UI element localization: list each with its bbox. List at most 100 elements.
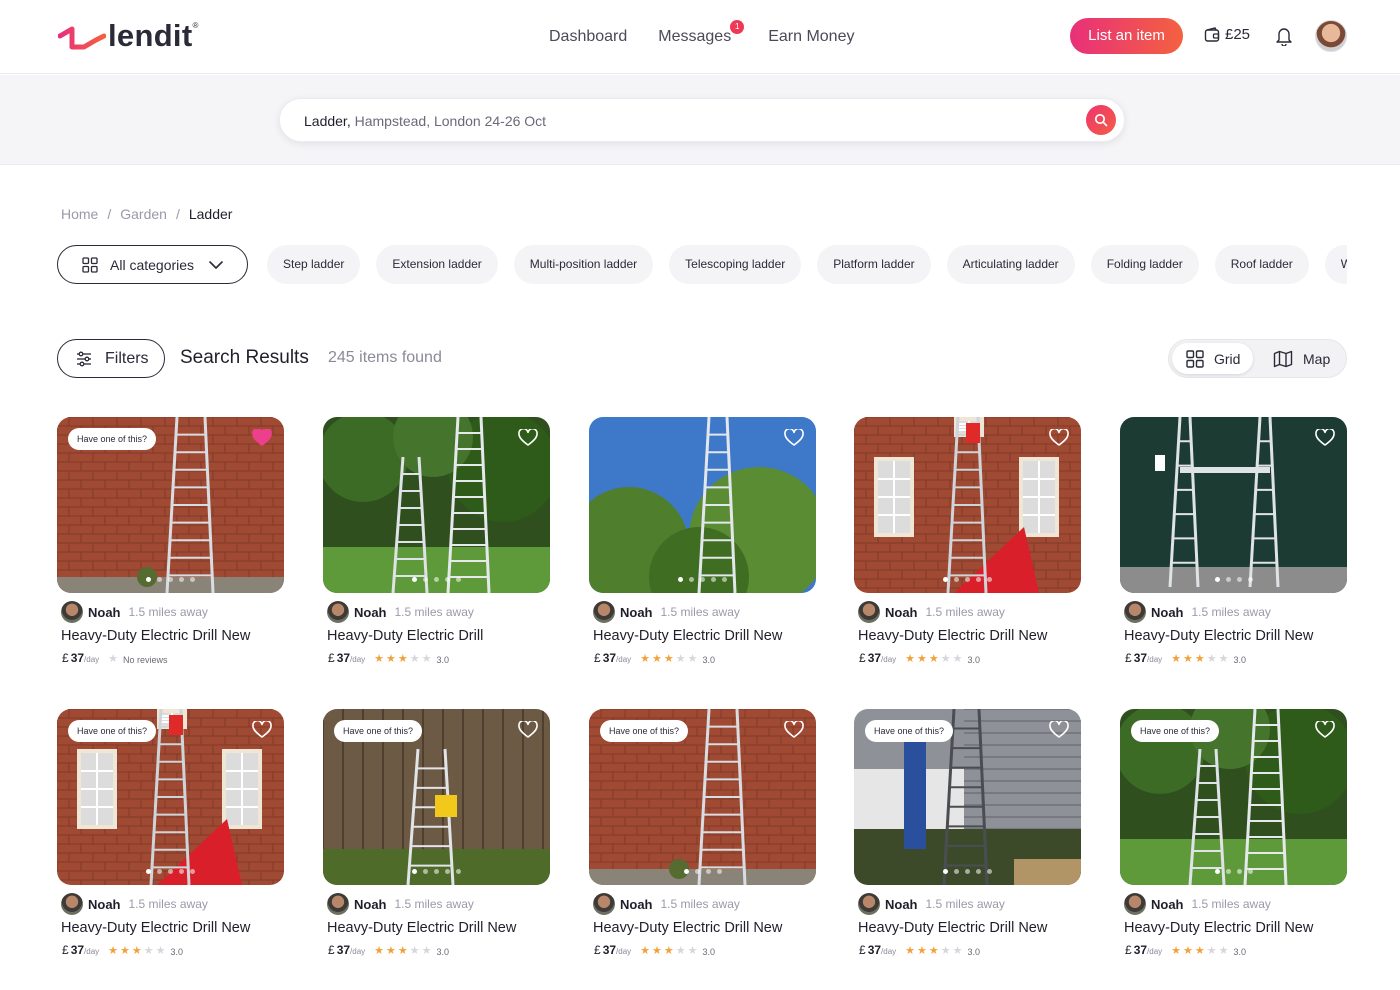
heart-icon[interactable] — [784, 429, 804, 447]
carousel-dot[interactable] — [987, 577, 992, 582]
listing-title[interactable]: Heavy-Duty Electric Drill New — [61, 920, 250, 936]
listing-card[interactable]: Have one of this? Noah 1.5 miles away He… — [1120, 709, 1347, 959]
carousel-dot[interactable] — [445, 577, 450, 582]
heart-icon[interactable] — [1049, 429, 1069, 447]
heart-icon[interactable] — [1049, 721, 1069, 739]
listing-card[interactable]: Noah 1.5 miles away Heavy-Duty Electric … — [323, 417, 550, 667]
category-chip[interactable]: Platform ladder — [817, 245, 931, 284]
carousel-dot[interactable] — [412, 577, 417, 582]
carousel-dot[interactable] — [678, 577, 683, 582]
category-chip[interactable]: Extension ladder — [376, 245, 498, 284]
carousel-dot[interactable] — [683, 869, 689, 874]
category-chip[interactable]: Telescoping ladder — [669, 245, 802, 284]
carousel-dot[interactable] — [689, 577, 694, 582]
breadcrumb-garden[interactable]: Garden — [120, 206, 167, 222]
listing-title[interactable]: Heavy-Duty Electric Drill New — [1124, 920, 1313, 936]
carousel-dot[interactable] — [722, 577, 727, 582]
carousel-dot[interactable] — [1214, 869, 1220, 874]
nav-messages[interactable]: Messages 1 — [658, 20, 745, 46]
carousel-dot[interactable] — [954, 869, 959, 874]
listing-image[interactable] — [1120, 417, 1347, 593]
carousel-dot[interactable] — [179, 577, 184, 582]
carousel-dot[interactable] — [412, 869, 417, 874]
carousel-dot[interactable] — [694, 869, 700, 874]
have-one-badge[interactable]: Have one of this? — [1131, 720, 1220, 742]
carousel-dot[interactable] — [716, 869, 722, 874]
heart-icon[interactable] — [1315, 721, 1335, 739]
heart-icon[interactable] — [518, 721, 538, 739]
have-one-badge[interactable]: Have one of this? — [68, 720, 157, 742]
lendit-logo[interactable]: lendit ® — [58, 18, 198, 54]
listing-title[interactable]: Heavy-Duty Electric Drill New — [858, 628, 1047, 644]
list-item-button[interactable]: List an item — [1070, 18, 1183, 54]
carousel-dot[interactable] — [1236, 577, 1242, 582]
carousel-dot[interactable] — [434, 577, 439, 582]
listing-image[interactable]: Have one of this? — [323, 709, 550, 885]
carousel-dot[interactable] — [423, 577, 428, 582]
listing-card[interactable]: Have one of this? Noah 1.5 miles away He… — [57, 417, 284, 667]
category-chip[interactable]: Folding ladder — [1090, 245, 1199, 284]
have-one-badge[interactable]: Have one of this? — [865, 720, 954, 742]
carousel-dot[interactable] — [179, 869, 184, 874]
carousel-dot[interactable] — [168, 577, 173, 582]
carousel-dot[interactable] — [423, 869, 428, 874]
listing-title[interactable]: Heavy-Duty Electric Drill — [327, 628, 483, 644]
listing-title[interactable]: Heavy-Duty Electric Drill New — [61, 628, 250, 644]
carousel-dot[interactable] — [146, 577, 151, 582]
listing-card[interactable]: Have one of this? Noah 1.5 miles away He… — [323, 709, 550, 959]
carousel-dot[interactable] — [976, 869, 981, 874]
category-chip[interactable]: Articulating ladder — [946, 245, 1075, 284]
listing-image[interactable] — [323, 417, 550, 593]
carousel-dot[interactable] — [1247, 577, 1253, 582]
heart-icon[interactable] — [784, 721, 804, 739]
listing-image[interactable]: Have one of this? — [1120, 709, 1347, 885]
carousel-dot[interactable] — [1214, 577, 1220, 582]
carousel-dot[interactable] — [1225, 577, 1231, 582]
filters-button[interactable]: Filters — [57, 339, 165, 378]
notifications-button[interactable] — [1275, 26, 1293, 51]
carousel-dot[interactable] — [157, 577, 162, 582]
listing-title[interactable]: Heavy-Duty Electric Drill New — [593, 628, 782, 644]
listing-card[interactable]: Have one of this? Noah 1.5 miles away He… — [854, 709, 1081, 959]
grid-view-button[interactable]: Grid — [1172, 343, 1253, 374]
carousel-dot[interactable] — [976, 577, 981, 582]
search-button[interactable] — [1086, 105, 1116, 135]
carousel-dot[interactable] — [1236, 869, 1242, 874]
carousel-dot[interactable] — [190, 577, 195, 582]
carousel-dot[interactable] — [700, 577, 705, 582]
listing-card[interactable]: Noah 1.5 miles away Heavy-Duty Electric … — [589, 417, 816, 667]
listing-title[interactable]: Heavy-Duty Electric Drill New — [858, 920, 1047, 936]
carousel-dot[interactable] — [157, 869, 162, 874]
breadcrumb-home[interactable]: Home — [61, 206, 98, 222]
listing-image[interactable]: Have one of this? — [589, 709, 816, 885]
heart-icon[interactable] — [1315, 429, 1335, 447]
carousel-dot[interactable] — [456, 577, 461, 582]
have-one-badge[interactable]: Have one of this? — [600, 720, 689, 742]
listing-card[interactable]: Noah 1.5 miles away Heavy-Duty Electric … — [1120, 417, 1347, 667]
heart-icon[interactable] — [252, 721, 272, 739]
carousel-dot[interactable] — [1247, 869, 1253, 874]
listing-image[interactable] — [854, 417, 1081, 593]
carousel-dot[interactable] — [965, 869, 970, 874]
category-chip[interactable]: Step ladder — [267, 245, 361, 284]
carousel-dot[interactable] — [190, 869, 195, 874]
category-chip[interactable]: Roof ladder — [1214, 245, 1309, 284]
carousel-dot[interactable] — [434, 869, 439, 874]
search-input[interactable]: Ladder, Hampstead, London 24-26 Oct — [279, 98, 1125, 142]
have-one-badge[interactable]: Have one of this? — [68, 428, 157, 450]
have-one-badge[interactable]: Have one of this? — [334, 720, 423, 742]
carousel-dot[interactable] — [943, 577, 948, 582]
carousel-dot[interactable] — [943, 869, 948, 874]
listing-card[interactable]: Noah 1.5 miles away Heavy-Duty Electric … — [854, 417, 1081, 667]
listing-image[interactable]: Have one of this? — [57, 709, 284, 885]
category-chip[interactable]: Multi-position ladder — [513, 245, 654, 284]
carousel-dot[interactable] — [1225, 869, 1231, 874]
carousel-dot[interactable] — [168, 869, 173, 874]
user-avatar[interactable] — [1315, 20, 1347, 52]
listing-title[interactable]: Heavy-Duty Electric Drill New — [1124, 628, 1313, 644]
carousel-dot[interactable] — [954, 577, 959, 582]
listing-title[interactable]: Heavy-Duty Electric Drill New — [327, 920, 516, 936]
carousel-dot[interactable] — [705, 869, 711, 874]
carousel-dot[interactable] — [987, 869, 992, 874]
listing-title[interactable]: Heavy-Duty Electric Drill New — [593, 920, 782, 936]
